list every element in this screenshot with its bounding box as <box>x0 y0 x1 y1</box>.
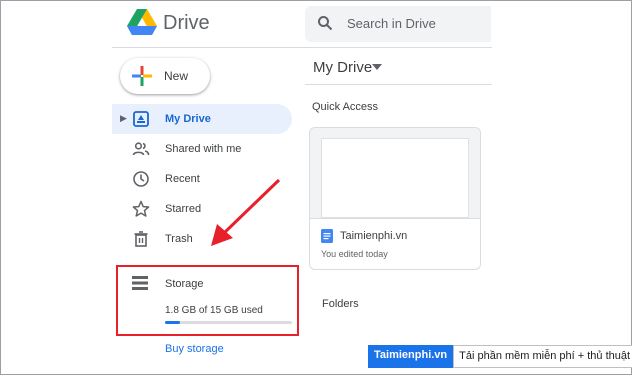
plus-icon <box>132 66 152 86</box>
storage-label[interactable]: Storage <box>165 278 204 290</box>
quick-access-heading: Quick Access <box>312 101 379 113</box>
people-icon <box>132 142 150 156</box>
storage-usage-text: 1.8 GB of 15 GB used <box>165 305 263 316</box>
search-icon[interactable] <box>317 15 333 31</box>
trash-icon <box>134 231 148 247</box>
annotation-arrow-icon <box>211 178 281 246</box>
new-button[interactable]: New <box>120 58 210 94</box>
my-drive-icon <box>133 111 149 127</box>
watermark-site: Taimienphi.vn <box>368 345 454 368</box>
sidebar-item-shared[interactable]: Shared with me <box>112 134 292 164</box>
card-divider <box>310 218 480 219</box>
quick-access-file-card[interactable]: Taimienphi.vn You edited today <box>309 127 481 270</box>
sidebar-item-label: Starred <box>165 203 202 215</box>
search-bar[interactable]: Search in Drive <box>305 6 491 42</box>
file-name: Taimienphi.vn <box>340 230 408 242</box>
storage-progress-fill <box>165 321 181 324</box>
sidebar-item-label: Trash <box>165 233 193 245</box>
storage-progress-bar <box>165 321 292 324</box>
star-icon <box>132 200 150 217</box>
file-thumbnail <box>321 138 469 218</box>
drive-logo-icon <box>127 9 157 35</box>
storage-icon <box>132 276 148 290</box>
docs-icon <box>321 229 333 243</box>
clock-icon <box>133 171 149 187</box>
sidebar-item-label: My Drive <box>165 113 211 125</box>
brand-title: Drive <box>163 12 210 34</box>
main-header-divider <box>305 84 492 85</box>
page-title[interactable]: My Drive <box>313 59 372 76</box>
watermark-tagline: Tải phần mềm miễn phí + thủ thuật hay <box>453 345 632 368</box>
sidebar-item-label: Recent <box>165 173 200 185</box>
header-divider <box>112 47 492 48</box>
search-input[interactable]: Search in Drive <box>347 16 436 31</box>
buy-storage-link[interactable]: Buy storage <box>165 343 224 355</box>
file-subtitle: You edited today <box>321 249 388 259</box>
folders-heading: Folders <box>322 298 359 310</box>
chevron-down-icon[interactable] <box>372 64 382 70</box>
expand-caret-icon[interactable]: ▶ <box>120 113 127 124</box>
new-button-label: New <box>164 69 189 83</box>
sidebar-item-label: Shared with me <box>165 143 242 155</box>
watermark-banner: Taimienphi.vn Tải phần mềm miễn phí + th… <box>368 345 632 368</box>
sidebar-item-my-drive[interactable]: ▶ My Drive <box>112 104 292 134</box>
